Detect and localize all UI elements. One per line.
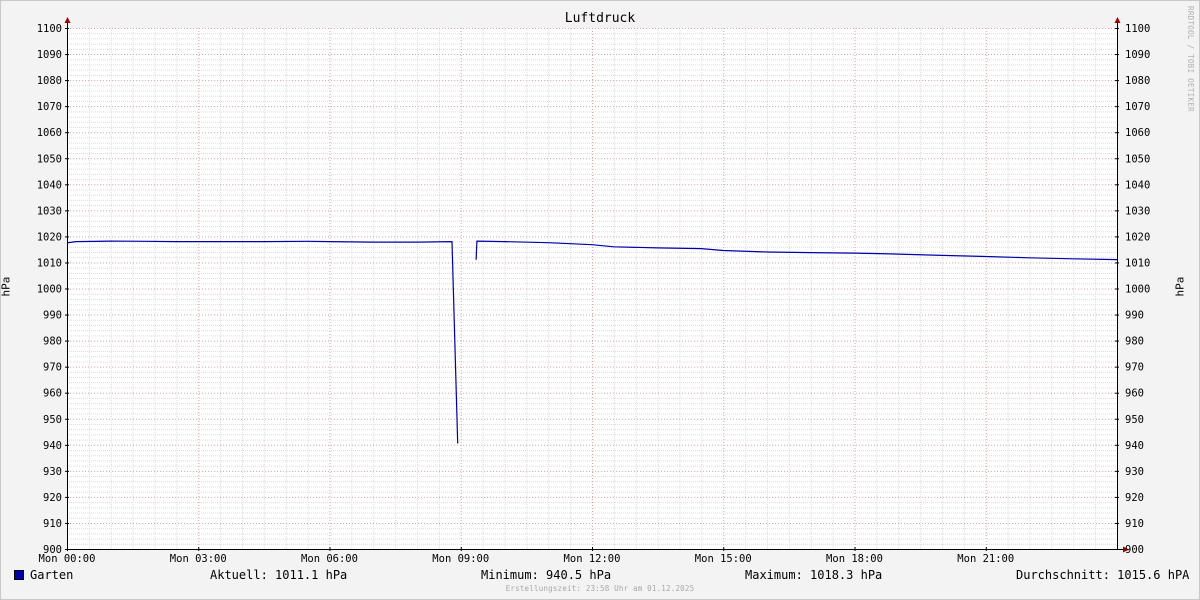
y-tick-label-left: 1000 [37,284,62,296]
y-tick-label-right: 1030 [1125,205,1150,217]
x-tick-label: Mon 18:00 [826,553,883,565]
y-tick-label-left: 920 [43,492,62,504]
y-tick-label-left: 970 [43,362,62,374]
y-tick-label-right: 960 [1125,388,1144,400]
y-tick-label-right: 1000 [1125,284,1150,296]
legend-swatch-garten [14,570,24,580]
y-tick-label-left: 960 [43,388,62,400]
rrdtool-watermark: RRDTOOL / TOBI OETIKER [1186,6,1195,112]
x-tick-label: Mon 03:00 [170,553,227,565]
y-axis-label-right: hPa [1173,276,1187,297]
x-tick-label: Mon 09:00 [432,553,489,565]
x-tick-label: Mon 21:00 [957,553,1014,565]
y-tick-label-left: 1010 [37,257,62,269]
y-tick-label-left: 1040 [37,179,62,191]
y-tick-label-left: 990 [43,310,62,322]
y-tick-label-left: 1020 [37,231,62,243]
y-tick-label-left: 1060 [37,127,62,139]
y-tick-label-right: 1010 [1125,257,1150,269]
y-tick-label-right: 1070 [1125,101,1150,113]
y-tick-label-right: 980 [1125,336,1144,348]
y-tick-label-left: 1030 [37,205,62,217]
x-tick-label: Mon 06:00 [301,553,358,565]
y-tick-label-right: 900 [1125,544,1144,556]
y-tick-label-left: 940 [43,440,62,452]
y-tick-label-right: 920 [1125,492,1144,504]
y-tick-label-right: 910 [1125,518,1144,530]
x-tick-label: Mon 12:00 [564,553,621,565]
y-tick-label-left: 910 [43,518,62,530]
y-tick-label-left: 1070 [37,101,62,113]
y-tick-label-right: 930 [1125,466,1144,478]
y-tick-label-right: 940 [1125,440,1144,452]
y-tick-label-right: 970 [1125,362,1144,374]
legend-maximum: Maximum: 1018.3 hPa [745,568,883,582]
x-tick-label: Mon 00:00 [39,553,96,565]
y-tick-label-right: 1080 [1125,75,1150,87]
y-tick-label-left: 1080 [37,75,62,87]
y-tick-label-right: 1040 [1125,179,1150,191]
y-tick-label-left: 1090 [37,49,62,61]
chart-canvas: 900 900910 910920 920930 930940 940950 950960 9… [37,17,1150,565]
y-axis-label-left: hPa [0,276,13,297]
x-tick-label: Mon 15:00 [695,553,752,565]
y-tick-label-left: 930 [43,466,62,478]
y-tick-label-right: 1060 [1125,127,1150,139]
y-tick-label-right: 1050 [1125,153,1150,165]
y-tick-label-left: 1050 [37,153,62,165]
creation-time-footer: Erstellungszeit: 23:58 Uhr am 01.12.2025 [505,584,695,593]
y-tick-label-left: 950 [43,414,62,426]
y-tick-label-right: 1020 [1125,231,1150,243]
legend-average: Durchschnitt: 1015.6 hPA [1016,568,1190,582]
y-tick-label-right: 990 [1125,310,1144,322]
y-tick-label-right: 950 [1125,414,1144,426]
chart-title: Luftdruck [564,11,636,26]
legend-series-label: Garten [30,568,74,582]
y-tick-label-right: 1090 [1125,49,1150,61]
y-tick-label-left: 980 [43,336,62,348]
legend-minimum: Minimum: 940.5 hPa [481,568,612,582]
legend-current: Aktuell: 1011.1 hPa [210,568,348,582]
